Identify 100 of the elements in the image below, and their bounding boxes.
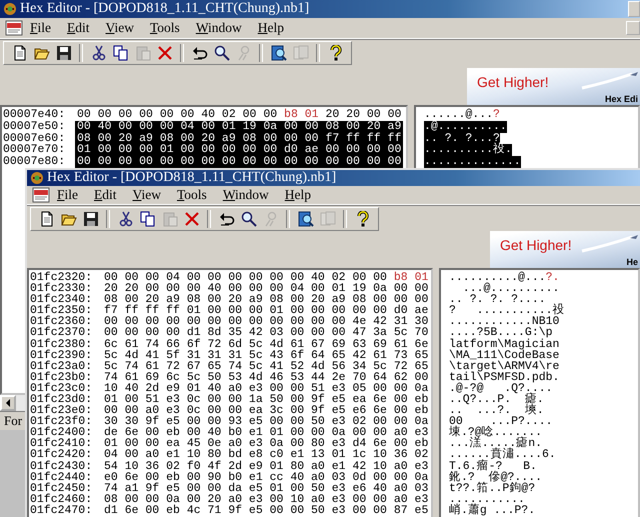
offset-label: 01fc2380: — [29, 338, 94, 350]
menu-item[interactable]: File — [25, 20, 60, 36]
menu-item[interactable]: Window — [190, 20, 251, 36]
offset-label: 01fc2400: — [29, 427, 94, 438]
hex-bytes: f7 ff ff ff 01 00 00 00 01 00 00 00 00 00 d0 ae — [104, 304, 428, 318]
hex-bytes: b8 01 — [284, 108, 319, 121]
offset-label: 01fc2340: — [29, 294, 94, 306]
offset-label: 01fc2360: — [29, 316, 94, 328]
offset-label: 00007e80: — [2, 156, 66, 168]
menu-item[interactable]: Edit — [89, 187, 126, 204]
ad-headline: Get Higher! — [500, 236, 572, 253]
hex-bytes: 08 00 00 0a 00 20 a0 e3 00 10 a0 e3 00 00 a0 e3 — [104, 492, 428, 506]
document-search-icon[interactable] — [296, 209, 315, 228]
hex-bytes: d1 6e 00 eb 4c 71 9f e5 00 00 50 e3 00 00 87 e5 — [104, 504, 428, 517]
offset-label: 01fc2460: — [29, 494, 94, 505]
status-text: For — [4, 413, 22, 429]
offset-label: 01fc23a0: — [29, 360, 94, 372]
hex-bytes: b8 01 — [394, 270, 428, 284]
ad-caption: He — [626, 256, 638, 267]
ascii-text: ....?5B....G:\p — [449, 327, 553, 339]
airplane-trail-icon — [580, 232, 640, 253]
offset-label: 01fc2370: — [29, 327, 94, 339]
offset-label: 00007e60: — [2, 132, 66, 144]
hex-bytes: 00 00 00 04 00 00 00 00 00 00 40 02 00 00 — [104, 270, 388, 284]
document-search-icon[interactable] — [269, 44, 288, 62]
hex-bytes: 00 00 00 00 00 00 00 00 00 00 00 00 00 00 00 00 — [77, 155, 402, 168]
ascii-text: T.6.瘤-? B. — [449, 460, 537, 472]
ascii-text: .@.......... — [424, 120, 507, 132]
offset-label: 01fc23b0: — [29, 372, 94, 383]
hex-bytes: 10 40 2d e9 01 40 a0 e3 00 00 51 e3 05 00 00 0a — [104, 382, 428, 395]
airplane-trail-icon — [580, 70, 640, 90]
ad-caption: Hex Edi — [604, 94, 638, 104]
search-icon[interactable] — [239, 209, 258, 228]
ascii-text: ......@... — [424, 109, 494, 121]
offset-label: 01fc2390: — [29, 350, 94, 361]
menu-item[interactable]: Window — [218, 187, 278, 204]
ascii-text: ?. — [546, 272, 560, 284]
hex-bytes: 00 40 00 00 00 04 00 01 19 0a 00 00 08 00 20 a9 — [77, 120, 402, 133]
offset-label: 01fc2320: — [29, 272, 94, 284]
offset-label: 01fc2410: — [29, 438, 94, 450]
copy-icon[interactable] — [138, 209, 157, 228]
ascii-text: ........... — [449, 494, 525, 505]
hex-bytes: 20 20 00 00 00 40 00 00 00 04 00 01 19 0a 00 00 — [104, 282, 428, 296]
left-arrow-icon — [5, 399, 11, 407]
offset-label: 01fc23c0: — [29, 382, 94, 394]
horizontal-scrollbar[interactable] — [0, 395, 25, 411]
scroll-left-button[interactable] — [0, 395, 16, 411]
offset-label: 01fc2350: — [29, 305, 94, 316]
menu-item[interactable]: Edit — [62, 20, 99, 36]
menu-item[interactable]: View — [100, 20, 143, 36]
offset-label: 00007e40: — [2, 109, 66, 121]
hex-bytes: 08 00 20 a9 08 00 20 a9 08 00 00 00 f7 ff ff ff — [77, 132, 402, 144]
offset-label: 01fc23f0: — [29, 416, 94, 428]
hex-bytes: 5c 74 61 72 67 65 74 5c 41 52 4d 56 34 5c 72 65 — [104, 360, 428, 373]
offset-label: 01fc2440: — [29, 472, 94, 483]
hex-bytes: 20 20 00 00 — [324, 108, 402, 121]
ascii-text: ............NB10 — [449, 316, 560, 328]
offset-label: 00007e70: — [2, 144, 66, 156]
hex-bytes: 54 10 36 02 f0 4f 2d e9 01 80 a0 e1 42 10 a0 e3 — [104, 460, 428, 473]
ascii-text: .. ...?. 塽. — [449, 405, 544, 416]
search-icon[interactable] — [212, 44, 231, 62]
copy-icon[interactable] — [111, 44, 130, 62]
cross-icon[interactable] — [182, 209, 201, 228]
window-title: Hex Editor - [DOPOD818_1.11_CHT(Chung).nb1] — [20, 1, 310, 17]
floppy-icon[interactable] — [81, 209, 100, 228]
ascii-text: ? ...........祋 — [449, 305, 565, 316]
offset-label: 01fc23e0: — [29, 405, 94, 416]
offset-label: 01fc2420: — [29, 449, 94, 461]
offset-label: 01fc2470: — [29, 504, 94, 516]
ascii-text: t??.筘..P鉤@? — [449, 482, 536, 494]
ascii-text: latform\Magician — [449, 338, 560, 350]
cross-icon[interactable] — [155, 44, 174, 62]
ascii-text: ..........@... — [449, 272, 546, 284]
floppy-icon[interactable] — [54, 44, 73, 62]
menu-item[interactable]: File — [52, 187, 88, 204]
menu-item[interactable]: View — [128, 187, 170, 204]
ascii-text: \MA_111\CodeBase — [449, 350, 560, 361]
menu-item[interactable]: Help — [252, 20, 294, 36]
ascii-text: ? — [493, 109, 500, 121]
offset-label: 01fc2330: — [29, 283, 94, 294]
menu-item[interactable]: Tools — [172, 187, 216, 204]
ascii-text: 鈋.? 傪@?.... — [449, 472, 542, 483]
ascii-text: .............. — [424, 156, 521, 168]
hex-bytes: 00 00 00 00 d1 8d 35 42 03 00 00 00 47 3a 5c 70 — [104, 326, 428, 340]
offset-label: 01fc23d0: — [29, 394, 94, 406]
ad-headline: Get Higher! — [477, 74, 549, 90]
hex-bytes: 00 00 00 00 00 00 40 02 00 00 — [77, 108, 278, 121]
menu-item[interactable]: Tools — [144, 20, 189, 36]
hex-bytes: e0 6e 00 eb 00 90 b0 e1 cc 40 a0 03 0d 00 00 0a — [104, 470, 428, 484]
hex-bytes: 04 00 a0 e1 10 80 bd e8 c0 e1 13 01 1c 10 36 02 — [104, 448, 428, 462]
offset-label: 01fc2430: — [29, 460, 94, 472]
offset-label: 01fc2450: — [29, 482, 94, 494]
menu-item[interactable]: Help — [280, 187, 320, 204]
ascii-text: .@-?@ .Q?.... — [449, 382, 553, 394]
ascii-text: tail\PSMFSD.pdb. — [449, 372, 560, 383]
hex-bytes: 6c 61 74 66 6f 72 6d 5c 4d 61 67 69 63 69 61 6e — [104, 338, 428, 351]
hex-bytes: 01 00 00 00 01 00 00 00 00 00 d0 ae 00 00 00 00 — [77, 143, 402, 156]
offset-label: 00007e50: — [2, 120, 66, 132]
ascii-text: ...@.......... — [462, 283, 560, 294]
window-title: Hex Editor - [DOPOD818_1.11_CHT(Chung).nb1] — [47, 170, 338, 186]
